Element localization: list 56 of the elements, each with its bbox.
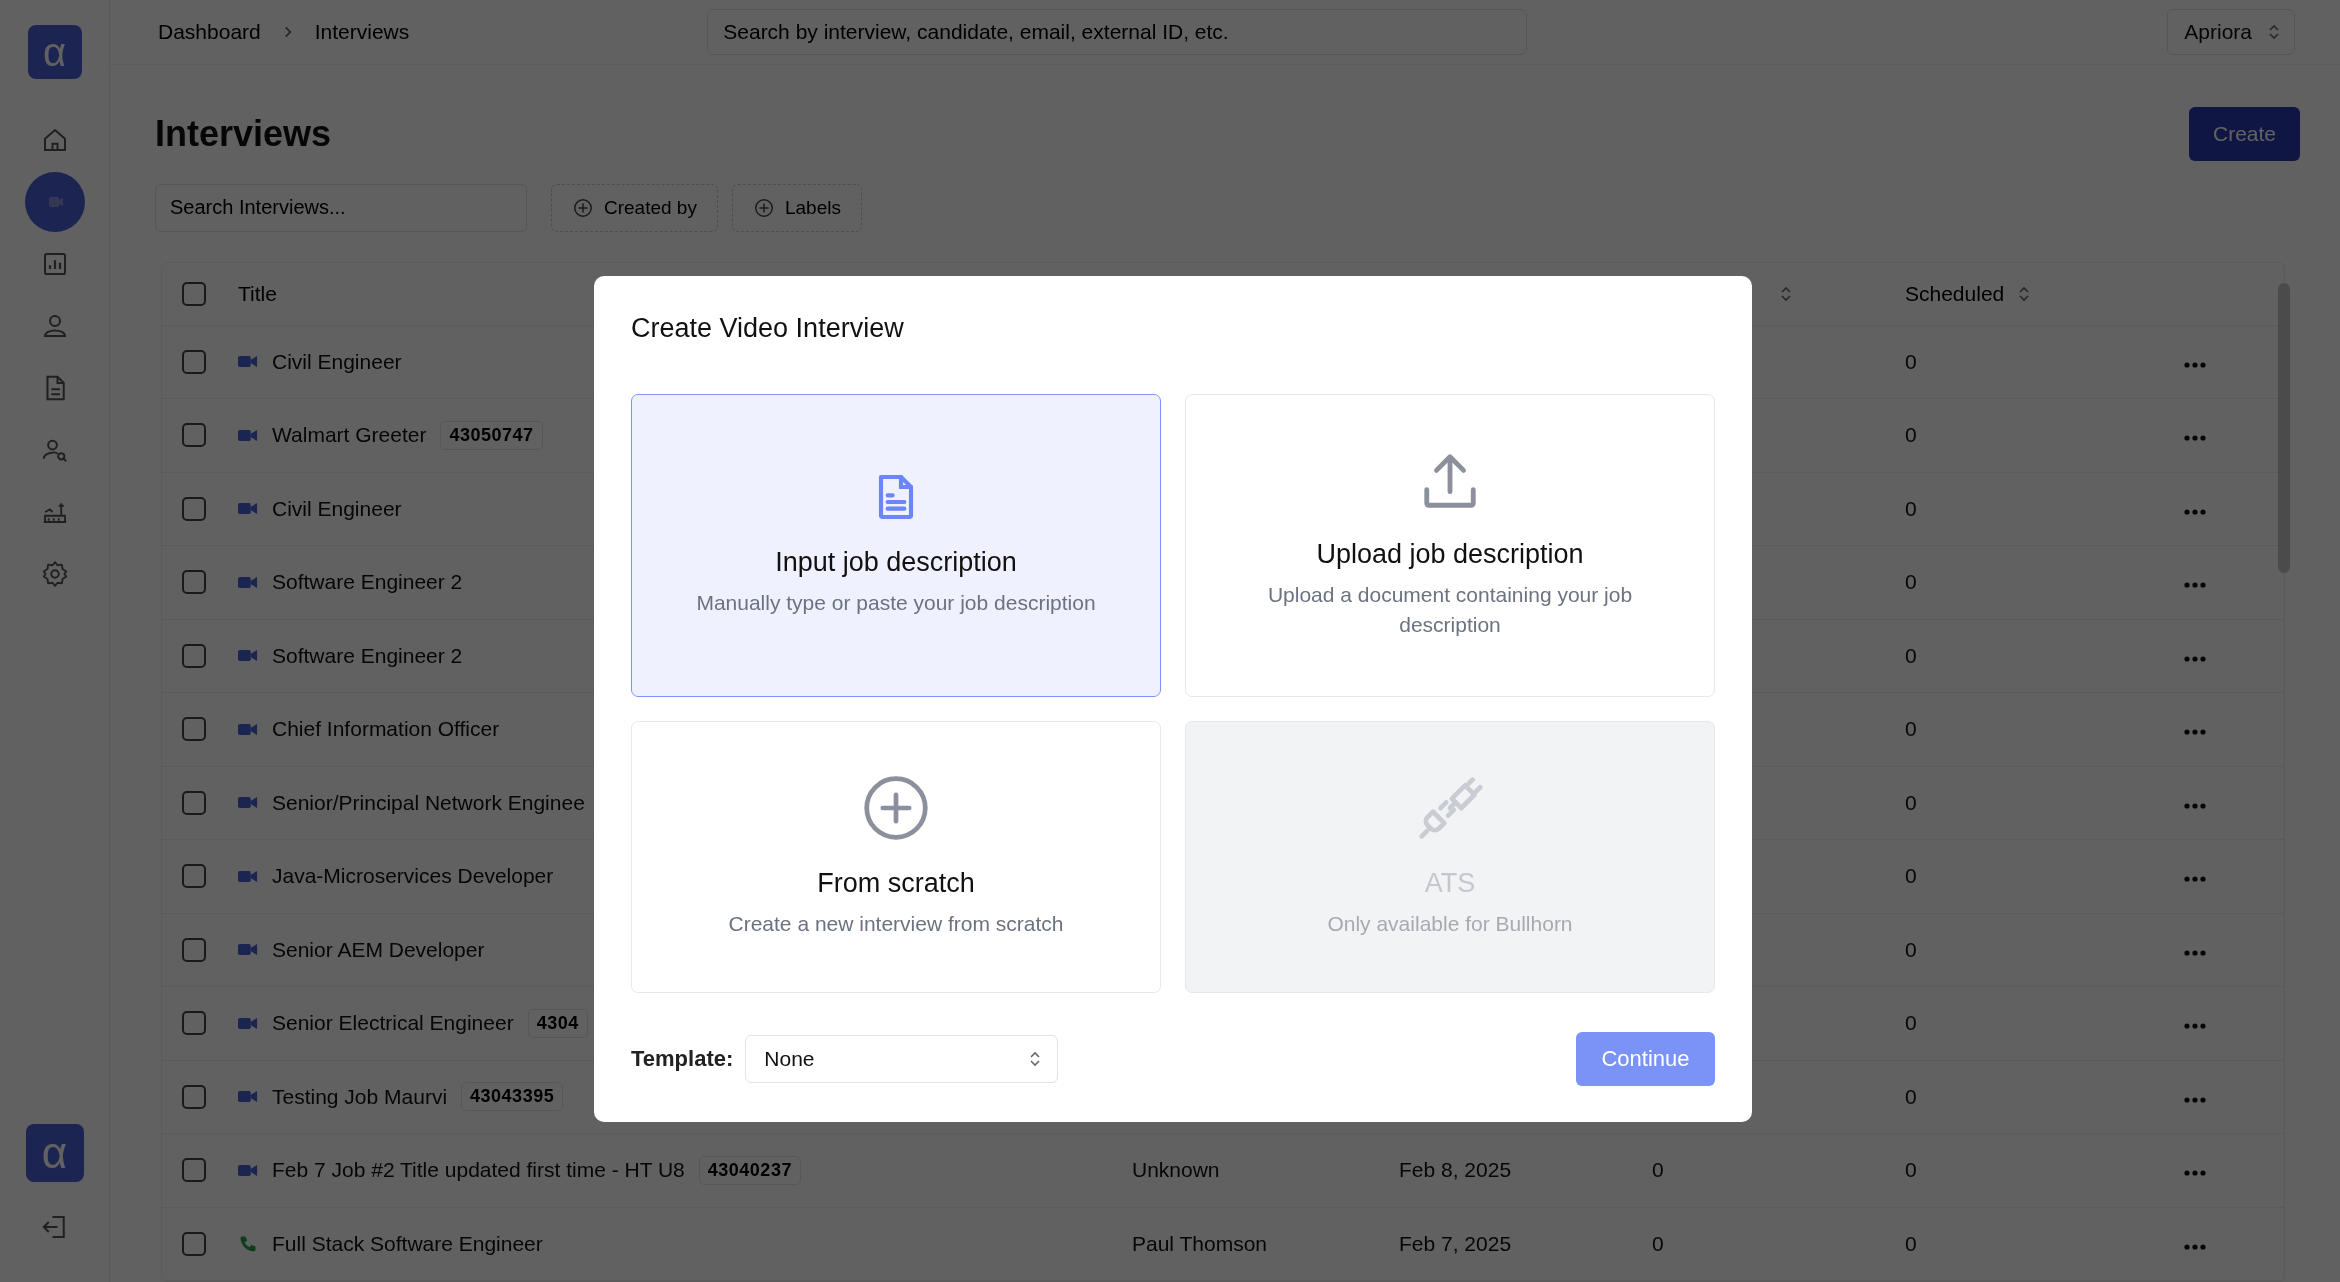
table-cell: 0 [1905, 790, 1917, 814]
filter-button[interactable]: Created by [551, 183, 718, 232]
table-cell: 0 [1905, 1011, 1917, 1035]
interview-title[interactable]: Testing Job Maurvi [272, 1084, 448, 1109]
column-header[interactable]: Title [238, 281, 277, 306]
create-button[interactable]: Create [2188, 106, 2300, 161]
table-cell: 0 [1905, 1158, 1917, 1182]
id-tag: 4304 [527, 1008, 588, 1038]
filter-button[interactable]: Labels [731, 183, 862, 232]
interview-title[interactable]: Senior AEM Developer [272, 937, 485, 962]
column-header[interactable]: Scheduled [1905, 281, 2005, 306]
breadcrumb-link[interactable]: Dashboard [158, 19, 261, 44]
table-cell: 0 [1905, 864, 1917, 888]
id-tag: 43043395 [461, 1082, 564, 1112]
table-cell: 0 [1905, 937, 1917, 961]
table-cell: 0 [1652, 1231, 1664, 1255]
table-cell: Feb 8, 2025 [1399, 1158, 1512, 1182]
id-tag: 43050747 [440, 420, 543, 450]
interview-title[interactable]: Senior/Principal Network Enginee [272, 790, 585, 815]
interview-title[interactable]: Feb 7 Job #2 Title updated first time - HT U8 [272, 1158, 685, 1183]
table-cell: 0 [1905, 1231, 1917, 1255]
template-label: Template: [631, 1046, 734, 1072]
interview-title[interactable]: Java-Microservices Developer [272, 864, 554, 889]
option-card[interactable]: Upload job description Upload a document containing your job description [1185, 394, 1715, 697]
table-cell: 0 [1905, 570, 1917, 594]
search-field[interactable]: Search by interview, candidate, email, external ID, etc. [707, 8, 1528, 55]
table-cell: 0 [1905, 717, 1917, 741]
table-cell: 0 [1652, 1158, 1664, 1182]
page-title: Interviews [155, 112, 332, 155]
breadcrumb-link[interactable]: Interviews [314, 19, 410, 44]
interview-title[interactable]: Civil Engineer [272, 349, 402, 374]
interview-title[interactable]: Full Stack Software Engineer [272, 1231, 543, 1256]
organization-selector[interactable]: Apriora [2167, 8, 2295, 55]
app-logo[interactable]: α [25, 1124, 84, 1182]
interview-title[interactable]: Civil Engineer [272, 496, 402, 521]
interview-title[interactable]: Senior Electrical Engineer [272, 1011, 514, 1036]
table-cell: 0 [1905, 496, 1917, 520]
interview-title[interactable]: Chief Information Officer [272, 717, 500, 742]
table-cell: 0 [1905, 643, 1917, 667]
app-logo[interactable]: α [27, 25, 82, 79]
table-cell: 0 [1905, 349, 1917, 373]
id-tag: 43040237 [698, 1155, 801, 1185]
table-cell: Feb 7, 2025 [1399, 1231, 1512, 1255]
search-field[interactable]: Search Interviews... [155, 183, 527, 232]
table-cell: Unknown [1132, 1158, 1220, 1182]
template-select[interactable]: None [745, 1035, 1059, 1083]
interview-title[interactable]: Software Engineer 2 [272, 643, 463, 668]
table-cell: 0 [1905, 1084, 1917, 1108]
option-card[interactable]: Input job description Manually type or paste your job description [631, 394, 1161, 697]
continue-button[interactable]: Continue [1576, 1032, 1715, 1086]
option-card[interactable]: From scratch Create a new interview from scratch [631, 721, 1161, 993]
interview-title[interactable]: Walmart Greeter [272, 423, 427, 448]
dialog-title: Create Video Interview [631, 313, 905, 344]
table-cell: Paul Thomson [1132, 1231, 1268, 1255]
interview-title[interactable]: Software Engineer 2 [272, 570, 463, 595]
table-cell: 0 [1905, 423, 1917, 447]
